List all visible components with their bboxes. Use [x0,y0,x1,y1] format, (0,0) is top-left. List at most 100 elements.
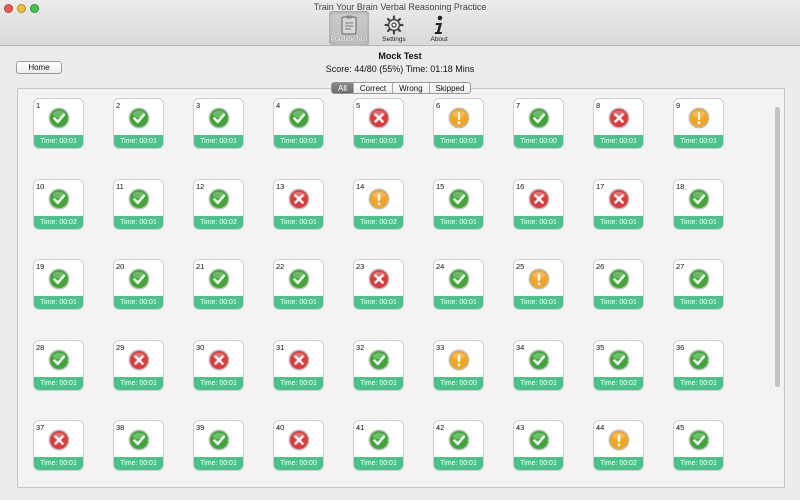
question-tile[interactable]: 2 Time: 00:01 [113,98,164,149]
question-tile[interactable]: 28 Time: 00:01 [33,339,84,391]
question-number: 41 [356,423,365,432]
check-icon [128,429,150,451]
filter-correct[interactable]: Correct [354,83,394,93]
question-tile[interactable]: 19 Time: 00:01 [33,259,84,310]
question-tile[interactable]: 3 Time: 00:01 [193,98,244,149]
check-icon [368,349,390,371]
question-time: Time: 00:01 [354,296,403,309]
question-tile[interactable]: 25 Time: 00:01 [513,259,564,310]
question-tile[interactable]: 5 Time: 00:01 [353,98,404,149]
check-icon [208,188,230,210]
question-number: 29 [116,342,125,352]
gear-icon [384,15,404,35]
toolbar-about[interactable]: About [419,11,459,45]
question-time: Time: 00:01 [674,135,723,148]
filter-skipped[interactable]: Skipped [430,83,471,93]
question-tile[interactable]: 9 Time: 00:01 [673,98,724,149]
question-tile[interactable]: 21 Time: 00:01 [193,259,244,310]
question-number: 21 [196,262,205,271]
vertical-scrollbar[interactable] [775,107,780,387]
check-icon [688,188,710,210]
question-tile[interactable]: 44 Time: 00:02 [593,420,644,471]
question-number: 32 [356,342,365,352]
check-icon [288,107,310,129]
question-time: Time: 00:01 [274,376,323,390]
filter-all[interactable]: All [332,83,354,93]
toolbar-label: Practice Test [330,36,368,43]
question-number: 4 [276,101,281,110]
question-tile[interactable]: 39 Time: 00:01 [193,420,244,471]
cross-icon [208,349,230,371]
question-number: 17 [596,181,605,191]
question-tile[interactable]: 8 Time: 00:01 [593,98,644,149]
question-number: 39 [196,423,205,432]
question-tile[interactable]: 30 Time: 00:01 [193,339,244,391]
question-tile[interactable]: 31 Time: 00:01 [273,339,324,391]
question-time: Time: 00:02 [194,215,243,229]
question-tile[interactable]: 18 Time: 00:01 [673,178,724,230]
question-tile[interactable]: 42 Time: 00:01 [433,420,484,471]
question-tile[interactable]: 20 Time: 00:01 [113,259,164,310]
filter-wrong[interactable]: Wrong [393,83,430,93]
question-number: 33 [436,342,445,352]
question-number: 25 [516,262,525,271]
question-tile[interactable]: 11 Time: 00:01 [113,178,164,230]
clipboard-icon [339,15,359,35]
cross-icon [288,188,310,210]
question-tile[interactable]: 37 Time: 00:01 [33,420,84,471]
question-tile[interactable]: 6 Time: 00:01 [433,98,484,149]
question-number: 6 [436,101,441,110]
question-tile[interactable]: 26 Time: 00:01 [593,259,644,310]
question-tile[interactable]: 45 Time: 00:01 [673,420,724,471]
question-tile[interactable]: 7 Time: 00:00 [513,98,564,149]
exclamation-icon [448,107,470,129]
question-number: 20 [116,262,125,271]
check-icon [688,268,710,290]
question-tile[interactable]: 17 Time: 00:01 [593,178,644,230]
question-number: 7 [516,101,521,110]
check-icon [688,429,710,451]
toolbar-settings[interactable]: Settings [374,11,414,45]
question-tile[interactable]: 14 Time: 00:02 [353,178,404,230]
exclamation-icon [688,107,710,129]
question-number: 27 [676,262,685,271]
question-tile[interactable]: 27 Time: 00:01 [673,259,724,310]
question-number: 42 [436,423,445,432]
question-time: Time: 00:01 [274,215,323,229]
cross-icon [608,188,630,210]
question-tile[interactable]: 38 Time: 00:01 [113,420,164,471]
question-tile[interactable]: 22 Time: 00:01 [273,259,324,310]
question-tile[interactable]: 34 Time: 00:01 [513,339,564,391]
question-tile[interactable]: 13 Time: 00:01 [273,178,324,230]
question-number: 26 [596,262,605,271]
question-tile[interactable]: 1 Time: 00:01 [33,98,84,149]
question-tile[interactable]: 36 Time: 00:01 [673,339,724,391]
question-number: 43 [516,423,525,432]
question-tile[interactable]: 16 Time: 00:01 [513,178,564,230]
question-number: 15 [436,181,445,191]
question-tile[interactable]: 40 Time: 00:00 [273,420,324,471]
cross-icon [368,107,390,129]
question-number: 34 [516,342,525,352]
question-tile[interactable]: 43 Time: 00:01 [513,420,564,471]
question-tile[interactable]: 29 Time: 00:01 [113,339,164,391]
question-tile[interactable]: 41 Time: 00:01 [353,420,404,471]
question-tile[interactable]: 35 Time: 00:02 [593,339,644,391]
toolbar-practice-test[interactable]: Practice Test [329,11,369,45]
question-tile[interactable]: 33 Time: 00:00 [433,339,484,391]
question-tile[interactable]: 32 Time: 00:01 [353,339,404,391]
question-tile[interactable]: 24 Time: 00:01 [433,259,484,310]
question-tile[interactable]: 4 Time: 00:01 [273,98,324,149]
question-time: Time: 00:01 [594,296,643,309]
question-time: Time: 00:01 [194,457,243,470]
question-tile[interactable]: 12 Time: 00:02 [193,178,244,230]
question-time: Time: 00:01 [354,376,403,390]
question-tile[interactable]: 15 Time: 00:01 [433,178,484,230]
question-time: Time: 00:01 [514,215,563,229]
title-bar: Train Your Brain Verbal Reasoning Practi… [0,0,800,46]
question-tile[interactable]: 10 Time: 00:02 [33,178,84,230]
question-time: Time: 00:01 [434,457,483,470]
question-tile[interactable]: 23 Time: 00:01 [353,259,404,310]
question-time: Time: 00:02 [594,376,643,390]
question-time: Time: 00:01 [434,215,483,229]
